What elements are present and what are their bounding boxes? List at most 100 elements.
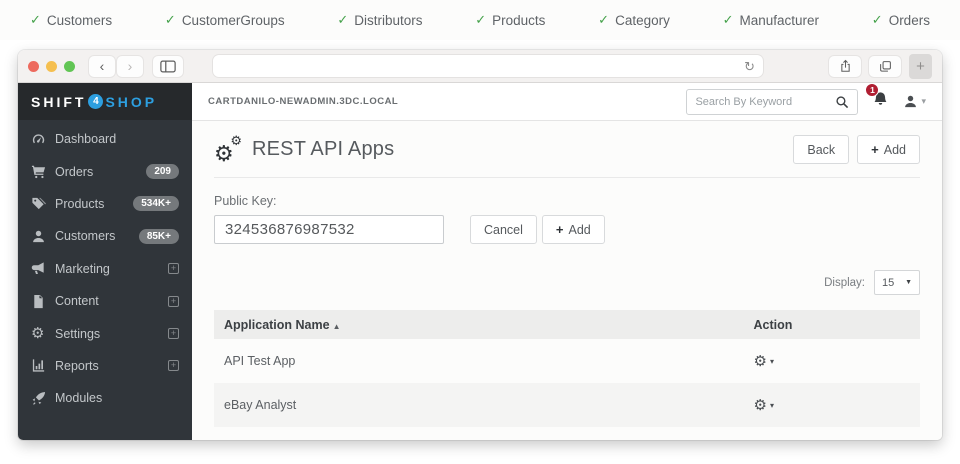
file-icon <box>31 294 55 309</box>
sidebar-item-label: Modules <box>55 391 102 405</box>
check-icon: ✓ <box>598 12 609 28</box>
user-icon <box>31 229 55 244</box>
checklist-item-distributors[interactable]: ✓Distributors <box>337 12 422 28</box>
sidebar: SHIFT 4 SHOP Dashboard Orders 209 <box>18 83 192 440</box>
tags-icon <box>31 196 55 211</box>
checklist-item-products[interactable]: ✓Products <box>475 12 545 28</box>
table-row: eBay Analyst ⚙ ▾ <box>214 383 920 427</box>
caret-down-icon: ▾ <box>770 357 774 366</box>
cart-icon <box>31 164 55 179</box>
sidebar-item-marketing[interactable]: Marketing + <box>18 253 192 285</box>
display-count-select[interactable]: 15 ▼ <box>874 270 920 295</box>
browser-chrome: ‹ › ↻ + <box>18 50 942 83</box>
keyword-search-box <box>686 89 858 115</box>
checklist-item-category[interactable]: ✓ Category <box>598 12 670 28</box>
check-icon: ✓ <box>165 12 176 28</box>
expand-icon[interactable]: + <box>168 263 179 274</box>
header-actions: 1 ▾ <box>686 89 926 115</box>
logo-text-shift: SHIFT <box>31 94 86 110</box>
public-key-label: Public Key: <box>214 194 920 208</box>
add-key-button[interactable]: +Add <box>542 215 605 244</box>
share-button[interactable] <box>829 56 861 77</box>
plus-icon: + <box>871 142 879 157</box>
column-header-action: Action <box>744 310 921 339</box>
public-key-form: Cancel +Add <box>214 215 920 244</box>
gear-icon: ⚙ <box>754 398 767 413</box>
expand-icon[interactable]: + <box>168 296 179 307</box>
checklist-label: Manufacturer <box>740 13 820 28</box>
logo-text-shop: SHOP <box>105 94 157 110</box>
sidebar-toggle-button[interactable] <box>153 56 183 77</box>
sidebar-item-label: Orders <box>55 165 93 179</box>
checklist-item-manufacturer[interactable]: ✓ Manufacturer <box>723 12 819 28</box>
select-arrow-icon: ▼ <box>905 279 912 286</box>
url-bar[interactable]: ↻ <box>213 55 763 77</box>
row-action-menu-button[interactable]: ⚙ ▾ <box>754 398 774 413</box>
cancel-button[interactable]: Cancel <box>470 215 537 244</box>
admin-header: CARTDANILO-NEWADMIN.3DC.LOCAL 1 ▾ <box>192 83 942 121</box>
new-tab-button[interactable]: + <box>909 54 932 79</box>
page-title-row: ⚙ ⚙ REST API Apps Back +Add <box>214 135 920 164</box>
title-divider <box>214 177 920 178</box>
notification-count-badge: 1 <box>865 83 879 97</box>
title-buttons: Back +Add <box>793 135 920 164</box>
expand-icon[interactable]: + <box>168 328 179 339</box>
public-key-input[interactable] <box>214 215 444 244</box>
share-icon <box>839 59 852 73</box>
logo-badge-4: 4 <box>88 94 103 109</box>
gauge-icon <box>31 132 55 147</box>
gear-icon: ⚙ <box>754 354 767 369</box>
page-title: REST API Apps <box>252 138 394 161</box>
back-nav-button[interactable]: ‹ <box>89 56 115 77</box>
column-header-application-name[interactable]: Application Name▲ <box>214 310 744 339</box>
check-icon: ✓ <box>723 12 734 28</box>
minimize-window-button[interactable] <box>46 61 57 72</box>
sidebar-item-products[interactable]: Products 534K+ <box>18 188 192 220</box>
tabs-overview-button[interactable] <box>869 56 901 77</box>
plus-icon: + <box>556 222 564 237</box>
sidebar-item-orders[interactable]: Orders 209 <box>18 155 192 187</box>
chrome-right-buttons: + <box>829 54 932 79</box>
sidebar-item-settings[interactable]: ⚙ Settings + <box>18 317 192 349</box>
search-icon[interactable] <box>835 95 849 109</box>
store-domain: CARTDANILO-NEWADMIN.3DC.LOCAL <box>208 96 398 107</box>
sidebar-item-reports[interactable]: Reports + <box>18 350 192 382</box>
checklist-label: Category <box>615 13 670 28</box>
bar-chart-icon <box>31 358 55 373</box>
check-icon: ✓ <box>872 12 883 28</box>
admin-shell: SHIFT 4 SHOP Dashboard Orders 209 <box>18 83 942 440</box>
checklist-item-orders[interactable]: ✓ Orders <box>872 12 930 28</box>
reload-icon[interactable]: ↻ <box>744 60 755 73</box>
forward-nav-button[interactable]: › <box>117 56 143 77</box>
api-gears-icon: ⚙ ⚙ <box>214 137 244 163</box>
close-window-button[interactable] <box>28 61 39 72</box>
gears-icon: ⚙ <box>31 326 55 341</box>
display-controls: Display: 15 ▼ <box>214 270 920 295</box>
account-menu-button[interactable]: ▾ <box>903 94 926 109</box>
search-input[interactable] <box>695 96 835 108</box>
sidebar-menu: Dashboard Orders 209 Products 534K+ <box>18 120 192 415</box>
sidebar-item-customers[interactable]: Customers 85K+ <box>18 220 192 252</box>
display-label: Display: <box>824 277 865 289</box>
checklist-label: Orders <box>889 13 930 28</box>
customers-count-badge: 85K+ <box>139 229 179 244</box>
sidebar-item-modules[interactable]: Modules <box>18 382 192 414</box>
table-row: API Test App ⚙ ▾ <box>214 339 920 383</box>
row-action-menu-button[interactable]: ⚙ ▾ <box>754 354 774 369</box>
sidebar-item-dashboard[interactable]: Dashboard <box>18 123 192 155</box>
sidebar-item-label: Marketing <box>55 262 110 276</box>
notifications-button[interactable]: 1 <box>872 91 889 113</box>
user-account-icon <box>903 94 918 109</box>
zoom-window-button[interactable] <box>64 61 75 72</box>
shift4shop-logo[interactable]: SHIFT 4 SHOP <box>18 83 192 120</box>
sidebar-item-content[interactable]: Content + <box>18 285 192 317</box>
add-app-button[interactable]: +Add <box>857 135 920 164</box>
expand-icon[interactable]: + <box>168 360 179 371</box>
checklist-item-customergroups[interactable]: ✓CustomerGroups <box>165 12 285 28</box>
tabs-icon <box>879 60 892 73</box>
back-button[interactable]: Back <box>793 135 849 164</box>
page-content: ⚙ ⚙ REST API Apps Back +Add Public Key: … <box>192 121 942 440</box>
sidebar-item-label: Settings <box>55 327 100 341</box>
check-icon: ✓ <box>337 12 348 28</box>
checklist-item-customers[interactable]: ✓Customers <box>30 12 112 28</box>
